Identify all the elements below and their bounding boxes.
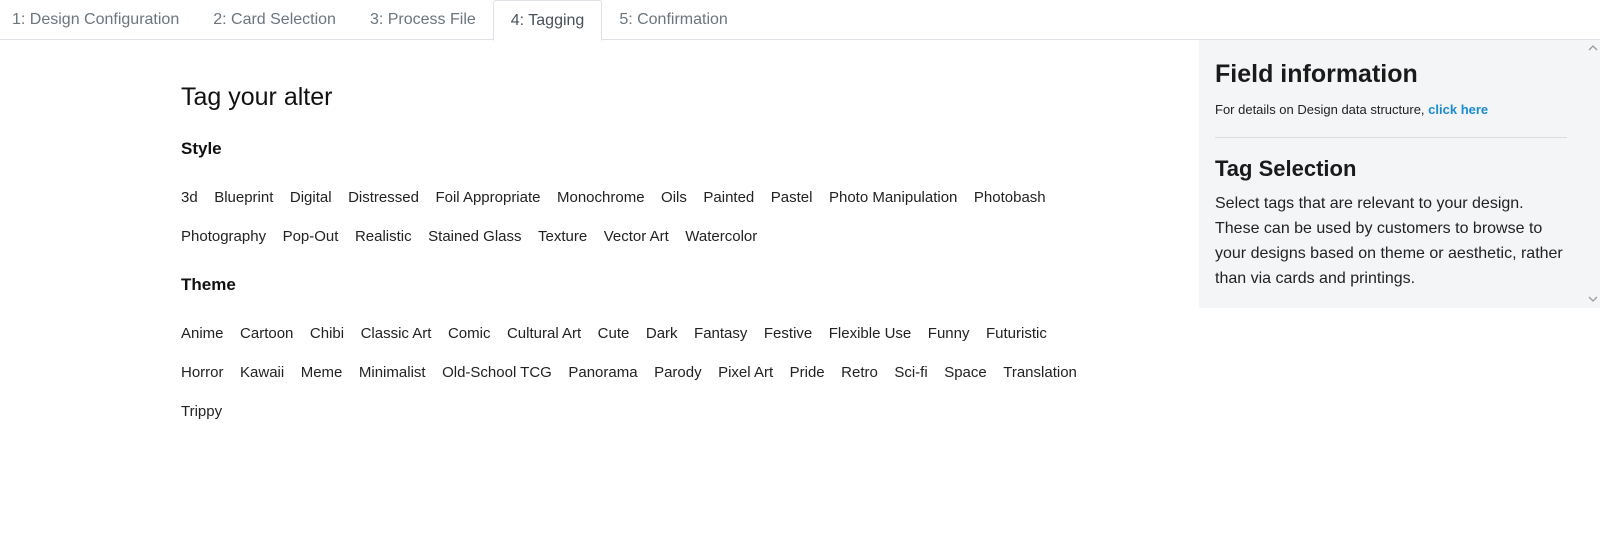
- style-tag-vector-art[interactable]: Vector Art: [604, 227, 686, 247]
- theme-tag-space[interactable]: Space: [944, 363, 1003, 383]
- divider: [1215, 137, 1567, 138]
- style-tag-stained-glass[interactable]: Stained Glass: [428, 227, 538, 247]
- theme-tag-fantasy[interactable]: Fantasy: [694, 324, 764, 344]
- theme-tag-chibi[interactable]: Chibi: [310, 324, 361, 344]
- style-tag-distressed[interactable]: Distressed: [348, 188, 435, 208]
- tab-tagging[interactable]: 4: Tagging: [492, 0, 603, 41]
- theme-tag-cute[interactable]: Cute: [598, 324, 646, 344]
- theme-tags-row: Trippy: [181, 402, 239, 422]
- tag-selection-title: Tag Selection: [1215, 156, 1357, 181]
- theme-heading: Theme: [181, 275, 236, 294]
- style-tag-oils[interactable]: Oils: [661, 188, 703, 208]
- field-info-title: Field information: [1215, 60, 1418, 88]
- theme-tags-row: Anime Cartoon Chibi Classic Art Comic Cultura…: [181, 324, 1063, 344]
- theme-tag-festive[interactable]: Festive: [764, 324, 829, 344]
- tag-selection-description: Select tags that are relevant to your de…: [1215, 195, 1563, 287]
- theme-tag-minimalist[interactable]: Minimalist: [359, 363, 442, 383]
- theme-tag-meme[interactable]: Meme: [301, 363, 359, 383]
- theme-tag-pride[interactable]: Pride: [790, 363, 842, 383]
- tab-confirmation[interactable]: 5: Confirmation: [602, 0, 745, 40]
- theme-tag-retro[interactable]: Retro: [841, 363, 894, 383]
- theme-tag-cartoon[interactable]: Cartoon: [240, 324, 310, 344]
- theme-tag-cultural-art[interactable]: Cultural Art: [507, 324, 598, 344]
- theme-tag-dark[interactable]: Dark: [646, 324, 694, 344]
- tab-card-selection[interactable]: 2: Card Selection: [196, 0, 353, 40]
- theme-tag-panorama[interactable]: Panorama: [568, 363, 654, 383]
- style-tag-3d[interactable]: 3d: [181, 188, 214, 208]
- theme-tag-anime[interactable]: Anime: [181, 324, 240, 344]
- details-link[interactable]: click here: [1428, 102, 1488, 117]
- details-text: For details on Design data structure, cl…: [1215, 102, 1489, 117]
- theme-tag-futuristic[interactable]: Futuristic: [986, 324, 1063, 344]
- theme-tag-trippy[interactable]: Trippy: [181, 402, 239, 422]
- theme-tag-funny[interactable]: Funny: [928, 324, 986, 344]
- theme-tag-parody[interactable]: Parody: [654, 363, 718, 383]
- wizard-tabs: 1: Design Configuration 2: Card Selectio…: [0, 0, 1600, 41]
- style-tag-pastel[interactable]: Pastel: [771, 188, 829, 208]
- style-tag-realistic[interactable]: Realistic: [355, 227, 428, 247]
- page-title: Tag your alter: [181, 83, 333, 111]
- style-tag-photo-manipulation[interactable]: Photo Manipulation: [829, 188, 974, 208]
- style-tags-row: Photography Pop-Out Realistic Stained Glass…: [181, 227, 774, 247]
- theme-tag-translation[interactable]: Translation: [1003, 363, 1093, 383]
- theme-tags-row: Horror Kawaii Meme Minimalist Old-School TCG…: [181, 363, 1093, 383]
- style-tag-photography[interactable]: Photography: [181, 227, 283, 247]
- chevron-up-icon[interactable]: [1588, 43, 1598, 53]
- tab-process-file[interactable]: 3: Process File: [353, 0, 493, 40]
- style-tag-blueprint[interactable]: Blueprint: [214, 188, 290, 208]
- field-info-panel: Field information For details on Design …: [1199, 40, 1600, 308]
- theme-tag-comic[interactable]: Comic: [448, 324, 507, 344]
- panel-scrollbar[interactable]: [1586, 40, 1600, 308]
- theme-tag-pixel-art[interactable]: Pixel Art: [718, 363, 790, 383]
- style-tag-painted[interactable]: Painted: [703, 188, 770, 208]
- style-tag-photobash[interactable]: Photobash: [974, 188, 1062, 208]
- theme-tag-sci-fi[interactable]: Sci-fi: [894, 363, 944, 383]
- theme-tag-horror[interactable]: Horror: [181, 363, 240, 383]
- chevron-down-icon[interactable]: [1588, 294, 1598, 304]
- theme-tag-classic-art[interactable]: Classic Art: [361, 324, 448, 344]
- tab-design-configuration[interactable]: 1: Design Configuration: [0, 0, 196, 40]
- style-tag-texture[interactable]: Texture: [538, 227, 604, 247]
- style-heading: Style: [181, 139, 222, 158]
- theme-tag-flexible-use[interactable]: Flexible Use: [829, 324, 928, 344]
- style-tag-foil-appropriate[interactable]: Foil Appropriate: [435, 188, 557, 208]
- style-tag-monochrome[interactable]: Monochrome: [557, 188, 661, 208]
- style-tag-pop-out[interactable]: Pop-Out: [283, 227, 355, 247]
- theme-tag-old-school-tcg[interactable]: Old-School TCG: [442, 363, 568, 383]
- style-tags-row: 3d Blueprint Digital Distressed Foil Appropr…: [181, 188, 1062, 208]
- theme-tag-kawaii[interactable]: Kawaii: [240, 363, 301, 383]
- style-tag-digital[interactable]: Digital: [290, 188, 348, 208]
- style-tag-watercolor[interactable]: Watercolor: [685, 227, 773, 247]
